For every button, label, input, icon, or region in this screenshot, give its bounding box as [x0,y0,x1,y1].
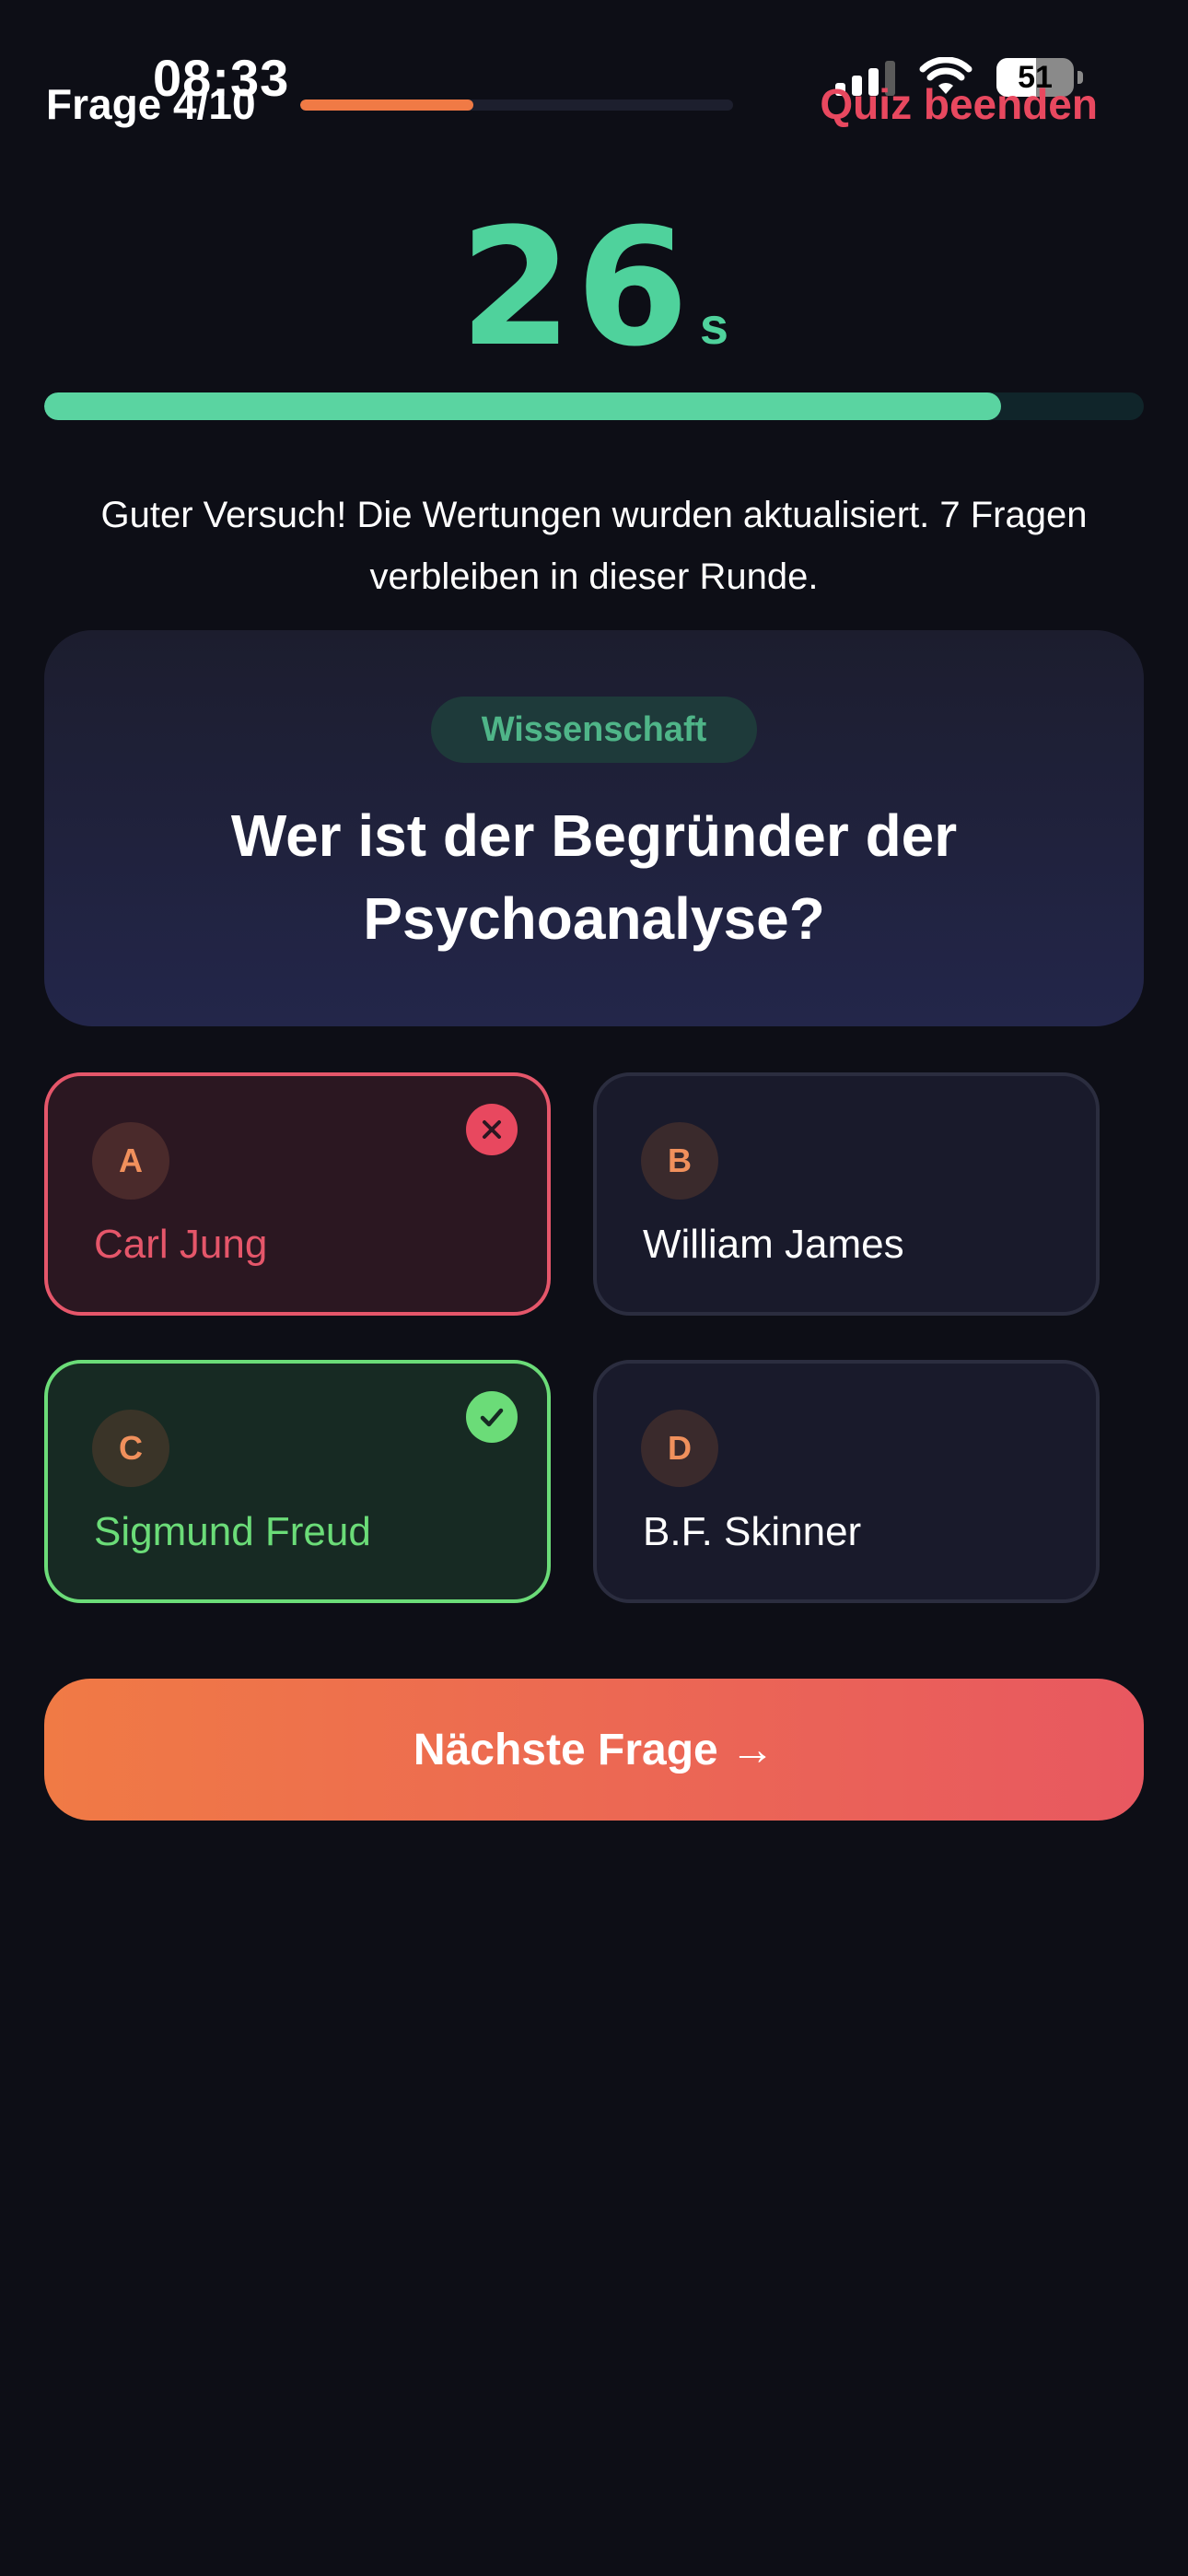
quiz-progress-bar [300,100,733,111]
question-counter: Frage 4/10 [46,80,256,128]
check-icon [466,1391,518,1443]
question-text: Wer ist der Begründer der Psychoanalyse? [230,802,958,952]
x-icon [466,1104,518,1155]
end-quiz-button[interactable]: Quiz beenden [820,79,1098,129]
timer: 26 s [0,193,1188,382]
quiz-progress-fill [300,100,473,111]
timer-bar-fill [44,392,1001,420]
answer-label: Sigmund Freud [94,1509,371,1554]
answer-letter: C [92,1410,169,1487]
answer-letter: A [92,1122,169,1200]
answer-label: William James [643,1222,904,1267]
timer-unit: s [699,297,729,355]
next-question-button[interactable]: Nächste Frage → [44,1679,1144,1821]
question-card: Wissenschaft Wer ist der Begründer der P… [44,630,1144,1026]
answer-label: Carl Jung [94,1222,268,1267]
answer-label: B.F. Skinner [643,1509,862,1554]
answer-letter: B [641,1122,718,1200]
answer-option-b[interactable]: B William James [593,1072,1100,1316]
timer-seconds: 26 [459,193,693,382]
answer-option-a[interactable]: A Carl Jung [44,1072,551,1316]
category-badge: Wissenschaft [431,697,757,763]
timer-bar [44,392,1144,420]
answer-option-c[interactable]: C Sigmund Freud [44,1360,551,1603]
feedback-message: Guter Versuch! Die Wertungen wurden aktu… [100,495,1088,597]
quiz-screen: 08:33 51 Frage 4/10 Quiz beenden 26 s Gut… [0,0,1188,2576]
answer-option-d[interactable]: D B.F. Skinner [593,1360,1100,1603]
answer-letter: D [641,1410,718,1487]
